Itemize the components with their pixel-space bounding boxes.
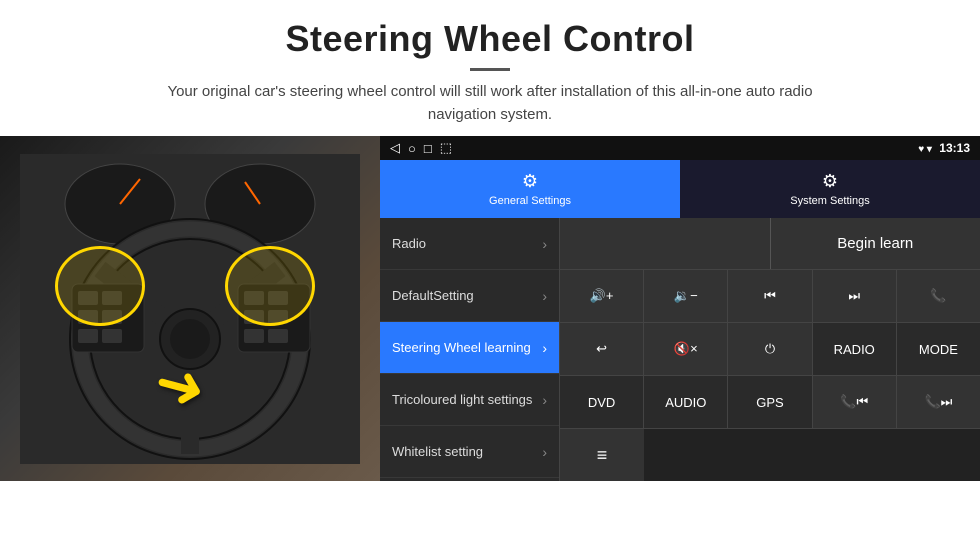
signal-icons: ♥ ▾ xyxy=(918,144,932,155)
controls-row-4: ≡ xyxy=(560,429,980,481)
radio-button[interactable]: RADIO xyxy=(813,323,897,375)
screenshot-nav-icon[interactable]: ⬚ xyxy=(440,140,452,156)
page-subtitle: Your original car's steering wheel contr… xyxy=(140,81,840,126)
mute-icon: 🔇× xyxy=(674,341,698,357)
chevron-whitelist-icon: › xyxy=(542,444,547,460)
menu-item-default-setting[interactable]: DefaultSetting › xyxy=(380,270,559,322)
gps-button[interactable]: GPS xyxy=(728,376,812,428)
vol-down-button[interactable]: 🔉− xyxy=(644,270,728,322)
next-track-icon: ⏭ xyxy=(848,288,860,304)
vol-up-button[interactable]: 🔊+ xyxy=(560,270,644,322)
dvd-label: DVD xyxy=(588,395,615,410)
vol-up-icon: 🔊+ xyxy=(590,288,614,304)
chevron-radio-icon: › xyxy=(542,236,547,252)
car-image-area: ➜ xyxy=(0,136,380,481)
menu-item-whitelist-label: Whitelist setting xyxy=(392,444,483,459)
dvd-button[interactable]: DVD xyxy=(560,376,644,428)
mode-button[interactable]: MODE xyxy=(897,323,980,375)
page-header: Steering Wheel Control Your original car… xyxy=(0,0,980,136)
status-bar-time: ♥ ▾ 13:13 xyxy=(918,141,970,155)
audio-label: AUDIO xyxy=(665,395,706,410)
menu-item-whitelist[interactable]: Whitelist setting › xyxy=(380,426,559,478)
system-settings-icon: ⚙ xyxy=(822,171,838,192)
status-bar: ◁ ○ □ ⬚ ♥ ▾ 13:13 xyxy=(380,136,980,160)
menu-icon-button[interactable]: ≡ xyxy=(560,429,644,481)
tel-next-button[interactable]: 📞⏭ xyxy=(897,376,980,428)
begin-learn-button[interactable]: Begin learn xyxy=(771,218,980,269)
controls-row-3: DVD AUDIO GPS 📞⏮ 📞⏭ xyxy=(560,376,980,429)
highlight-circle-right xyxy=(225,246,315,326)
vol-down-icon: 🔉− xyxy=(674,288,698,304)
hang-up-button[interactable]: ↩ xyxy=(560,323,644,375)
tel-prev-icon: 📞⏮ xyxy=(840,394,868,410)
chevron-default-icon: › xyxy=(542,288,547,304)
back-nav-icon[interactable]: ◁ xyxy=(390,140,400,156)
gps-label: GPS xyxy=(756,395,783,410)
tab-system-label: System Settings xyxy=(790,195,869,207)
audio-button[interactable]: AUDIO xyxy=(644,376,728,428)
main-content: ➜ ◁ ○ □ ⬚ ♥ ▾ 13:13 ⚙ General Settings ⚙ xyxy=(0,136,980,481)
power-icon: ⏻ xyxy=(765,341,775,357)
phone-icon: 📞 xyxy=(930,288,946,304)
mute-button[interactable]: 🔇× xyxy=(644,323,728,375)
controls-row-2: ↩ 🔇× ⏻ RADIO MODE xyxy=(560,323,980,376)
tab-system-settings[interactable]: ⚙ System Settings xyxy=(680,160,980,218)
hang-up-icon: ↩ xyxy=(596,341,607,357)
mode-label: MODE xyxy=(919,342,958,357)
menu-item-radio[interactable]: Radio › xyxy=(380,218,559,270)
menu-item-steering-label: Steering Wheel learning xyxy=(392,340,531,355)
recent-nav-icon[interactable]: □ xyxy=(424,141,432,156)
left-menu: Radio › DefaultSetting › Steering Wheel … xyxy=(380,218,560,481)
radio-label: RADIO xyxy=(834,342,875,357)
steering-wheel-background xyxy=(0,136,380,481)
prev-track-button[interactable]: ⏮ xyxy=(728,270,812,322)
menu-item-steering-wheel[interactable]: Steering Wheel learning › xyxy=(380,322,559,374)
content-area: Radio › DefaultSetting › Steering Wheel … xyxy=(380,218,980,481)
phone-button[interactable]: 📞 xyxy=(897,270,980,322)
tel-prev-button[interactable]: 📞⏮ xyxy=(813,376,897,428)
chevron-tricoloured-icon: › xyxy=(542,392,547,408)
tab-general-label: General Settings xyxy=(489,195,571,207)
chevron-steering-icon: › xyxy=(542,340,547,356)
page-title: Steering Wheel Control xyxy=(20,18,960,60)
next-track-button[interactable]: ⏭ xyxy=(813,270,897,322)
title-divider xyxy=(470,68,510,71)
menu-item-default-label: DefaultSetting xyxy=(392,288,474,303)
key-input-box xyxy=(560,218,771,269)
menu-item-radio-label: Radio xyxy=(392,236,426,251)
tab-general-settings[interactable]: ⚙ General Settings xyxy=(380,160,680,218)
controls-top-row: Begin learn xyxy=(560,218,980,270)
menu-item-tricoloured-label: Tricoloured light settings xyxy=(392,392,532,407)
time-display: 13:13 xyxy=(939,141,970,155)
highlight-circle-left xyxy=(55,246,145,326)
android-ui-panel: ◁ ○ □ ⬚ ♥ ▾ 13:13 ⚙ General Settings ⚙ S… xyxy=(380,136,980,481)
prev-track-icon: ⏮ xyxy=(764,288,776,304)
tab-bar: ⚙ General Settings ⚙ System Settings xyxy=(380,160,980,218)
menu-item-tricoloured[interactable]: Tricoloured light settings › xyxy=(380,374,559,426)
controls-panel: Begin learn 🔊+ 🔉− ⏮ xyxy=(560,218,980,481)
status-bar-nav: ◁ ○ □ ⬚ xyxy=(390,140,452,156)
menu-bars-icon: ≡ xyxy=(597,445,608,466)
tel-next-icon: 📞⏭ xyxy=(924,394,952,410)
home-nav-icon[interactable]: ○ xyxy=(408,141,416,156)
power-button[interactable]: ⏻ xyxy=(728,323,812,375)
general-settings-icon: ⚙ xyxy=(522,171,538,192)
controls-grid: 🔊+ 🔉− ⏮ ⏭ 📞 xyxy=(560,270,980,481)
controls-row-1: 🔊+ 🔉− ⏮ ⏭ 📞 xyxy=(560,270,980,323)
